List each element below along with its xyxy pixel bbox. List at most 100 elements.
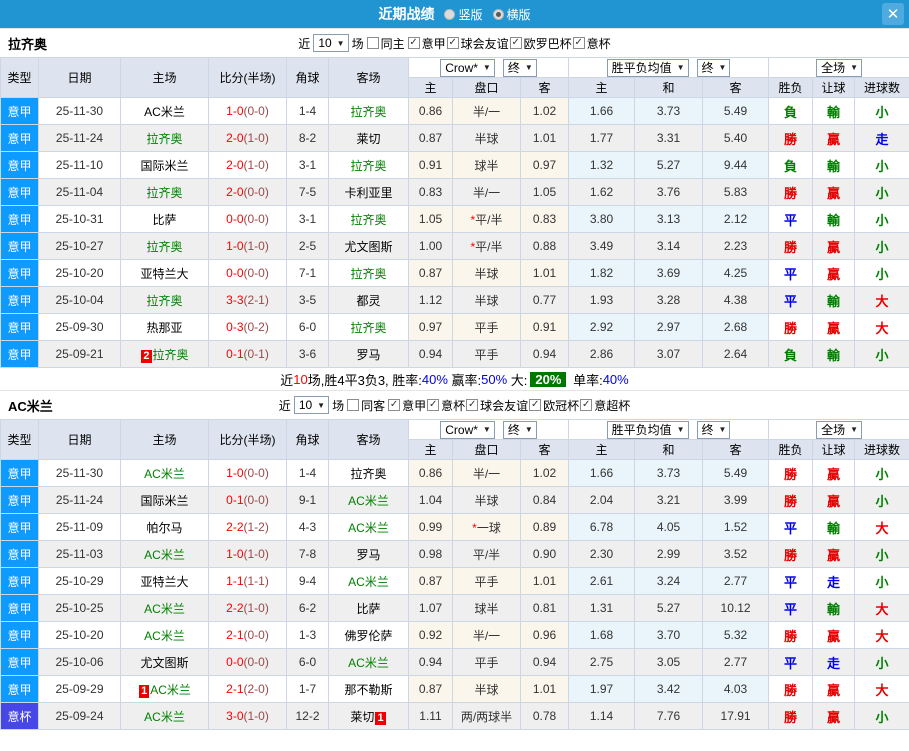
league-badge[interactable]: 意甲 <box>0 340 39 368</box>
league-badge[interactable]: 意甲 <box>0 567 39 595</box>
layout-radio-horizontal[interactable]: 横版 <box>492 6 531 23</box>
home-team-cell[interactable]: AC米兰 <box>120 97 209 125</box>
league-badge[interactable]: 意甲 <box>0 513 39 541</box>
home-team-cell[interactable]: 亚特兰大 <box>120 567 209 595</box>
section-team-name: AC米兰 <box>8 398 53 414</box>
league-badge[interactable]: 意甲 <box>0 313 39 341</box>
league-badge[interactable]: 意甲 <box>0 621 39 649</box>
away-team-cell[interactable]: 卡利亚里 <box>328 178 409 206</box>
scope-select[interactable]: 全场 ▼ <box>816 58 862 77</box>
euro-odds-draw: 5.27 <box>634 151 704 179</box>
home-team-cell[interactable]: AC米兰 <box>120 594 209 622</box>
away-team-cell[interactable]: 莱切 <box>328 124 409 152</box>
close-button[interactable]: ✕ <box>882 3 904 25</box>
euro-stage-value: 终 <box>701 61 714 75</box>
league-badge[interactable]: 意甲 <box>0 594 39 622</box>
scope-select[interactable]: 全场 ▼ <box>816 420 862 439</box>
league-badge[interactable]: 意甲 <box>0 205 39 233</box>
home-team-cell[interactable]: 帕尔马 <box>120 513 209 541</box>
home-team-cell[interactable]: 拉齐奥 <box>120 232 209 260</box>
bookmaker-select[interactable]: Crow* ▼ <box>440 58 495 77</box>
away-team-cell[interactable]: AC米兰 <box>328 486 409 514</box>
league-badge[interactable]: 意甲 <box>0 459 39 487</box>
away-team-cell[interactable]: 罗马 <box>328 340 409 368</box>
col-header-goals: 进球数 <box>854 439 909 460</box>
league-badge[interactable]: 意甲 <box>0 286 39 314</box>
away-team-cell[interactable]: 拉齐奥 <box>328 459 409 487</box>
layout-radio-vertical[interactable]: 竖版 <box>444 6 483 23</box>
asian-odds-away: 1.05 <box>519 178 570 206</box>
home-team-cell[interactable]: 国际米兰 <box>120 486 209 514</box>
same-venue-checkbox[interactable]: 同客 <box>347 397 385 414</box>
away-team-cell[interactable]: AC米兰 <box>328 648 409 676</box>
result-cell: 勝 <box>768 702 814 730</box>
league-badge[interactable]: 意甲 <box>0 259 39 287</box>
home-team-name: AC米兰 <box>144 104 185 119</box>
odds-stage-select[interactable]: 终 ▼ <box>502 58 537 77</box>
league-filter-checkbox[interactable]: 意甲 <box>407 35 446 52</box>
away-team-cell[interactable]: 佛罗伦萨 <box>328 621 409 649</box>
overunder-result-cell: 小 <box>854 540 909 568</box>
league-filter-checkbox[interactable]: 球会友谊 <box>466 397 528 414</box>
away-team-cell[interactable]: 拉齐奥 <box>328 97 409 125</box>
league-badge[interactable]: 意甲 <box>0 540 39 568</box>
away-team-cell[interactable]: AC米兰 <box>328 567 409 595</box>
col-header-asian-away: 客 <box>519 439 570 460</box>
wdl-average-select[interactable]: 胜平负均值 ▼ <box>606 58 689 77</box>
league-badge[interactable]: 意甲 <box>0 648 39 676</box>
league-badge[interactable]: 意甲 <box>0 675 39 703</box>
euro-odds-home: 2.75 <box>568 648 636 676</box>
league-filter-checkbox[interactable]: 球会友谊 <box>446 35 509 52</box>
home-team-cell[interactable]: 2 拉齐奥 <box>120 340 209 368</box>
home-team-cell[interactable]: AC米兰 <box>120 540 209 568</box>
home-team-cell[interactable]: 拉齐奥 <box>120 178 209 206</box>
league-filter-checkbox[interactable]: 欧冠杯 <box>529 397 579 414</box>
home-team-cell[interactable]: 亚特兰大 <box>120 259 209 287</box>
recent-count-select[interactable]: 10 ▼ <box>313 34 349 52</box>
away-team-cell[interactable]: 拉齐奥 <box>328 259 409 287</box>
league-badge[interactable]: 意甲 <box>0 97 39 125</box>
home-team-cell[interactable]: 国际米兰 <box>120 151 209 179</box>
league-filter-checkbox[interactable]: 意超杯 <box>580 397 630 414</box>
away-team-cell[interactable]: 拉齐奥 <box>328 313 409 341</box>
same-venue-checkbox[interactable]: 同主 <box>366 35 405 52</box>
home-team-cell[interactable]: 1 AC米兰 <box>120 675 209 703</box>
euro-odds-home: 1.82 <box>568 259 636 287</box>
home-team-cell[interactable]: AC米兰 <box>120 702 209 730</box>
home-team-cell[interactable]: 热那亚 <box>120 313 209 341</box>
home-team-cell[interactable]: 尤文图斯 <box>120 648 209 676</box>
league-badge[interactable]: 意甲 <box>0 178 39 206</box>
odds-stage-select[interactable]: 终 ▼ <box>502 420 537 439</box>
away-team-cell[interactable]: 莱切 1 <box>328 702 409 730</box>
home-team-cell[interactable]: 拉齐奥 <box>120 286 209 314</box>
wdl-average-select[interactable]: 胜平负均值 ▼ <box>606 420 689 439</box>
bookmaker-select[interactable]: Crow* ▼ <box>440 420 495 439</box>
away-team-cell[interactable]: 尤文图斯 <box>328 232 409 260</box>
recent-count-select[interactable]: 10 ▼ <box>293 396 330 414</box>
league-badge[interactable]: 意甲 <box>0 151 39 179</box>
corner-cell: 6-0 <box>286 648 329 676</box>
away-team-cell[interactable]: 那不勒斯 <box>328 675 409 703</box>
league-badge[interactable]: 意甲 <box>0 124 39 152</box>
match-row: 意甲 25-11-10 国际米兰 2-0(1-0) 3-1 拉齐奥 0.91 球半 0.97 1.… <box>0 151 909 179</box>
league-badge[interactable]: 意甲 <box>0 232 39 260</box>
league-filter-checkbox[interactable]: 意杯 <box>427 397 465 414</box>
away-team-cell[interactable]: AC米兰 <box>328 513 409 541</box>
col-header-type: 类型 <box>0 57 39 98</box>
away-team-cell[interactable]: 拉齐奥 <box>328 151 409 179</box>
home-team-cell[interactable]: AC米兰 <box>120 459 209 487</box>
home-team-cell[interactable]: AC米兰 <box>120 621 209 649</box>
league-badge[interactable]: 意杯 <box>0 702 39 730</box>
euro-stage-select[interactable]: 终 ▼ <box>696 420 731 439</box>
euro-stage-select[interactable]: 终 ▼ <box>696 58 731 77</box>
home-team-cell[interactable]: 拉齐奥 <box>120 124 209 152</box>
league-filter-checkbox[interactable]: 意甲 <box>388 397 426 414</box>
away-team-cell[interactable]: 拉齐奥 <box>328 205 409 233</box>
away-team-cell[interactable]: 比萨 <box>328 594 409 622</box>
league-filter-checkbox[interactable]: 意杯 <box>572 35 611 52</box>
league-badge[interactable]: 意甲 <box>0 486 39 514</box>
league-filter-checkbox[interactable]: 欧罗巴杯 <box>509 35 572 52</box>
away-team-cell[interactable]: 都灵 <box>328 286 409 314</box>
away-team-cell[interactable]: 罗马 <box>328 540 409 568</box>
home-team-cell[interactable]: 比萨 <box>120 205 209 233</box>
